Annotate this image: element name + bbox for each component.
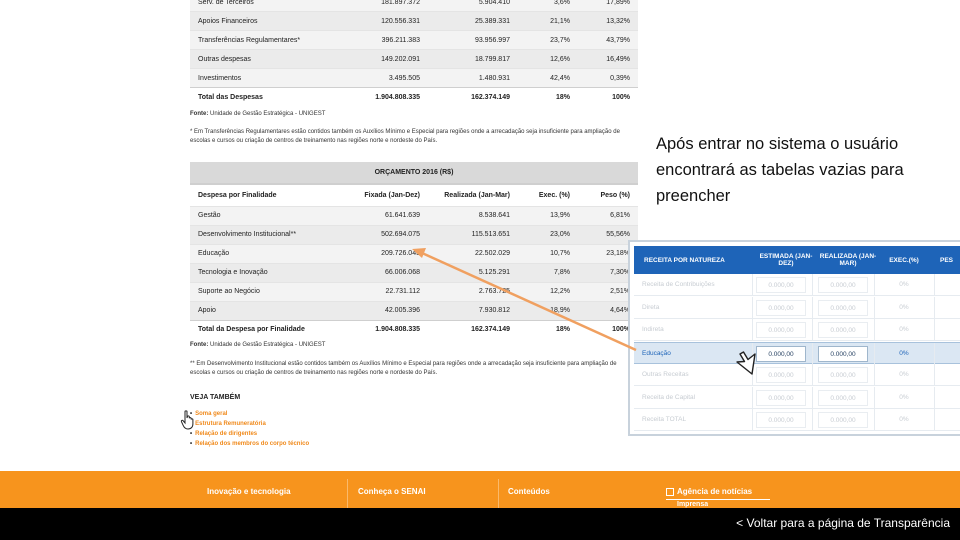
arrowhead-icon xyxy=(412,248,426,258)
connector-arrow xyxy=(412,248,637,352)
connector-line xyxy=(421,251,637,352)
